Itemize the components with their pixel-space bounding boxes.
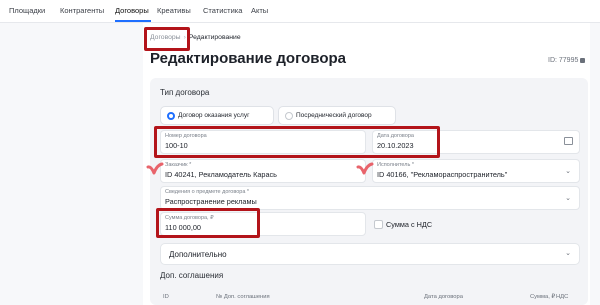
subject-label: Сведения о предмете договора *: [165, 189, 250, 195]
radio-empty-icon: [285, 112, 293, 120]
check-mark-icon: [356, 162, 374, 175]
executor-select[interactable]: Исполнитель * ID 40166, "Рекламораспрост…: [372, 159, 580, 183]
vat-checkbox-label: Сумма с НДС: [386, 220, 433, 229]
breadcrumb-current: Редактирование: [188, 34, 241, 41]
radio-option-agency[interactable]: Посреднический договор: [278, 106, 396, 125]
tab-counterparties[interactable]: Контрагенты: [60, 6, 104, 15]
tab-acts[interactable]: Акты: [251, 6, 268, 15]
tab-contracts[interactable]: Договоры: [115, 6, 149, 15]
right-background: [590, 23, 600, 305]
chevron-down-icon[interactable]: ⌄: [565, 194, 571, 202]
radio-option-services[interactable]: Договор оказания услуг: [160, 106, 274, 125]
subject-select[interactable]: Сведения о предмете договора * Распростр…: [160, 186, 580, 210]
column-header-number: № Доп. соглашения: [216, 294, 270, 300]
tab-statistics[interactable]: Статистика: [203, 6, 242, 15]
radio-selected-icon: [167, 112, 175, 120]
executor-value: ID 40166, "Рекламораспространитель": [377, 170, 508, 179]
radio-label-agency: Посреднический договор: [296, 112, 372, 119]
highlight-breadcrumb: [144, 27, 190, 51]
left-background: [0, 23, 143, 305]
radio-label-services: Договор оказания услуг: [178, 112, 250, 119]
customer-value: ID 40241, Рекламодатель Карась: [165, 170, 277, 179]
agreements-title: Доп. соглашения: [160, 271, 224, 280]
contract-id: ID: 77995: [548, 57, 586, 64]
chevron-down-icon[interactable]: ⌄: [565, 167, 571, 175]
additional-dropdown[interactable]: Дополнительно ⌄: [160, 243, 580, 265]
column-header-vat: НДС: [556, 294, 569, 300]
customer-select[interactable]: Заказчик * ID 40241, Рекламодатель Карас…: [160, 159, 366, 183]
active-tab-indicator: [115, 20, 151, 22]
column-header-sum: Сумма, ₽: [530, 294, 556, 300]
subject-value: Распространение рекламы: [165, 197, 257, 206]
highlight-number-date: [154, 126, 440, 158]
copy-icon[interactable]: [580, 57, 586, 63]
top-nav: Площадки Контрагенты Договоры Креативы С…: [0, 0, 600, 23]
check-mark-icon: [146, 162, 164, 175]
column-header-date: Дата договора: [424, 294, 463, 300]
highlight-amount: [156, 208, 260, 238]
vat-checkbox[interactable]: [374, 220, 383, 229]
customer-label: Заказчик *: [165, 162, 192, 168]
executor-label: Исполнитель *: [377, 162, 415, 168]
contract-type-title: Тип договора: [160, 88, 210, 97]
additional-label: Дополнительно: [169, 250, 227, 259]
contract-id-text: ID: 77995: [548, 57, 579, 64]
tab-creatives[interactable]: Креативы: [157, 6, 191, 15]
calendar-icon[interactable]: [564, 137, 573, 145]
page-title: Редактирование договора: [150, 50, 346, 67]
column-header-id: ID: [163, 294, 169, 300]
tab-sites[interactable]: Площадки: [9, 6, 45, 15]
chevron-down-icon[interactable]: ⌄: [565, 249, 571, 257]
